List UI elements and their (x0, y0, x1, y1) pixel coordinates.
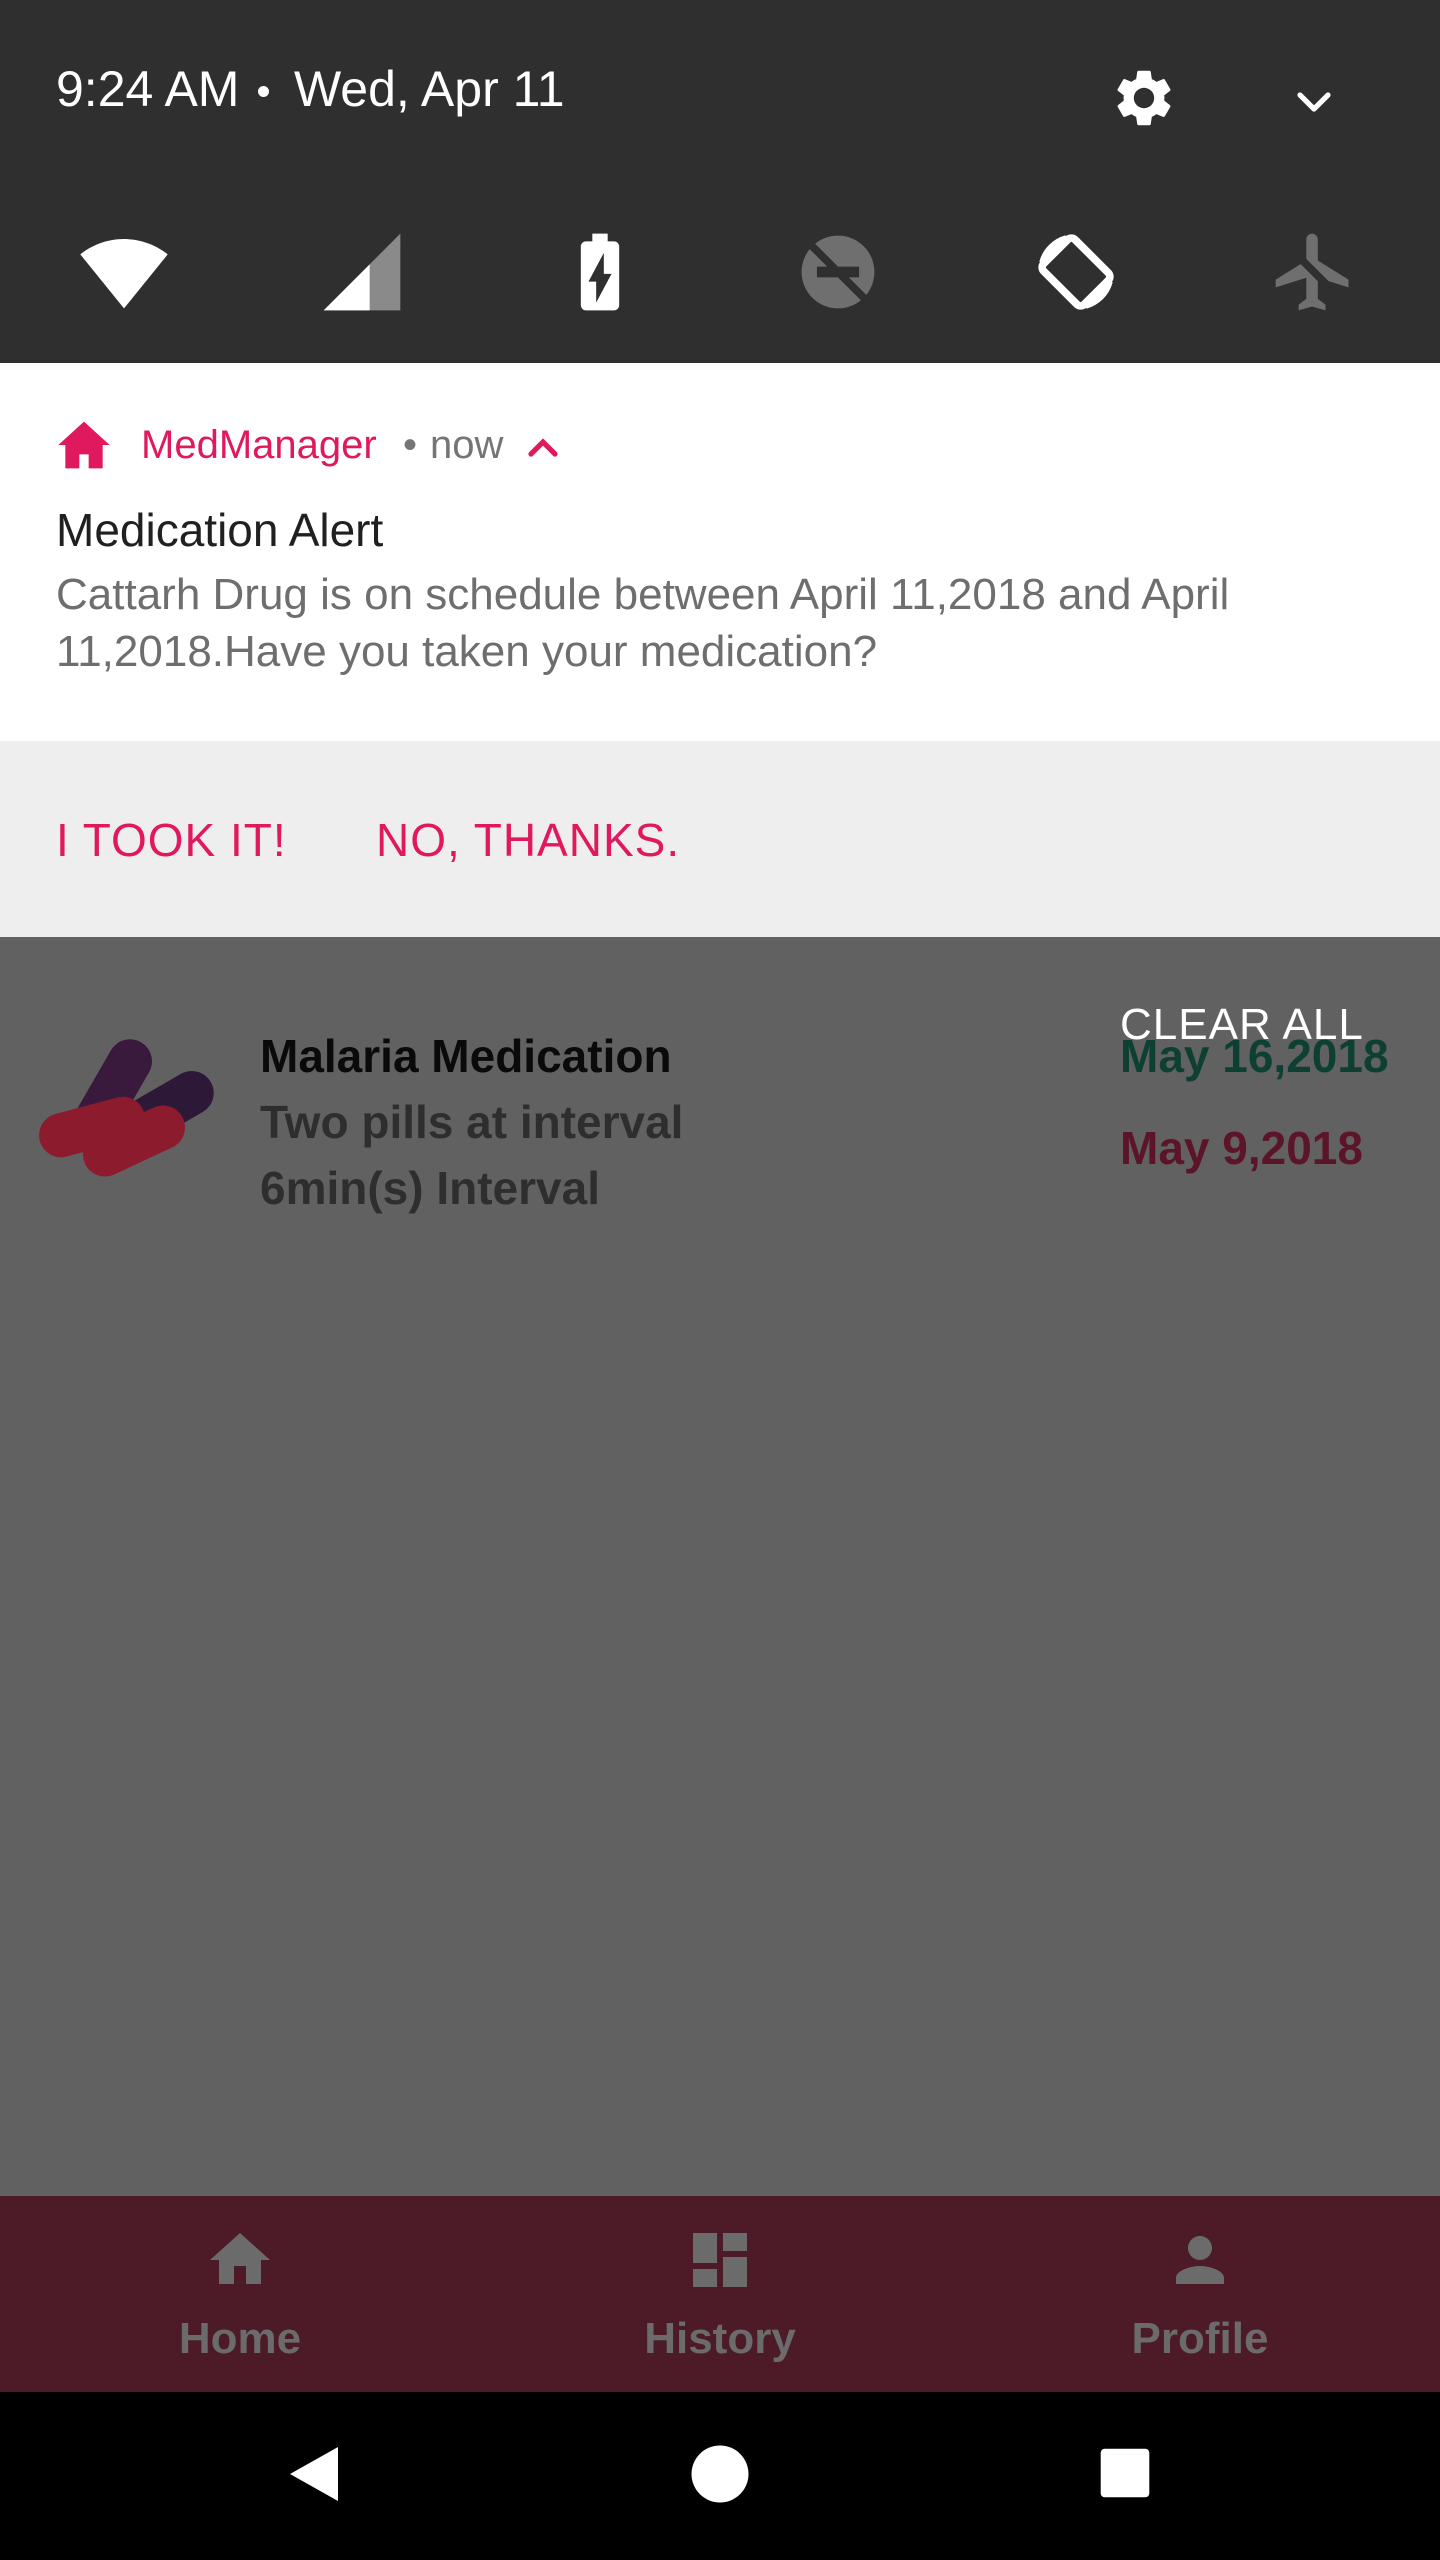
took-it-button[interactable]: I TOOK IT! (56, 813, 287, 867)
battery-charging-icon[interactable] (554, 226, 646, 318)
status-date[interactable]: Wed, Apr 11 (294, 60, 565, 118)
notification-separator: • (403, 423, 418, 467)
no-thanks-button[interactable]: NO, THANKS. (376, 813, 680, 867)
person-icon (1176, 2236, 1224, 2284)
wifi-icon[interactable] (78, 226, 170, 318)
do-not-disturb-icon[interactable] (792, 226, 884, 318)
medication-start-date: May 9,2018 (1120, 1122, 1363, 1174)
settings-icon[interactable] (1110, 64, 1178, 132)
status-time: 9:24 AM (56, 61, 240, 117)
notification-actions: I TOOK IT! NO, THANKS. (0, 741, 1440, 937)
nav-home-label: Home (178, 2314, 302, 2363)
notification-body: Cattarh Drug is on schedule between Apri… (56, 570, 1230, 676)
chevron-up-icon[interactable] (527, 435, 559, 459)
dashboard-icon (693, 2233, 747, 2287)
status-separator-dot (258, 86, 269, 97)
medication-description: Two pills at interval (260, 1096, 684, 1148)
home-circle-icon[interactable] (690, 2444, 750, 2504)
auto-rotate-icon[interactable] (1030, 226, 1122, 318)
bottom-navigation: Home History Profile (0, 2196, 1440, 2392)
airplane-mode-icon[interactable] (1268, 226, 1360, 318)
notification-time: now (430, 423, 504, 467)
home-icon (210, 2233, 270, 2284)
nav-history[interactable]: History (480, 2196, 960, 2392)
cell-signal-icon[interactable] (316, 226, 408, 318)
pills-logo (34, 1025, 222, 1185)
notification-title: Medication Alert (56, 504, 384, 556)
home-icon (58, 421, 110, 469)
medication-name[interactable]: Malaria Medication (260, 1029, 672, 1083)
quick-settings-panel: 9:24 AM Wed, Apr 11 (0, 0, 1440, 363)
expand-icon[interactable] (1290, 78, 1338, 126)
nav-history-label: History (644, 2314, 796, 2363)
medication-interval: 6min(s) Interval (260, 1162, 600, 1214)
back-icon[interactable] (284, 2440, 344, 2508)
clear-all-button[interactable]: CLEAR ALL (1120, 1000, 1364, 1050)
nav-profile[interactable]: Profile (960, 2196, 1440, 2392)
nav-home[interactable]: Home (0, 2196, 480, 2392)
nav-profile-label: Profile (1131, 2314, 1269, 2363)
system-navigation-bar (0, 2392, 1440, 2560)
recents-icon[interactable] (1098, 2446, 1152, 2500)
medication-notification[interactable]: MedManager • now Medication Alert Cattar… (0, 363, 1440, 741)
notification-app-name: MedManager (141, 423, 377, 467)
app-content-dimmed: Malaria Medication Two pills at interval… (0, 937, 1440, 2196)
